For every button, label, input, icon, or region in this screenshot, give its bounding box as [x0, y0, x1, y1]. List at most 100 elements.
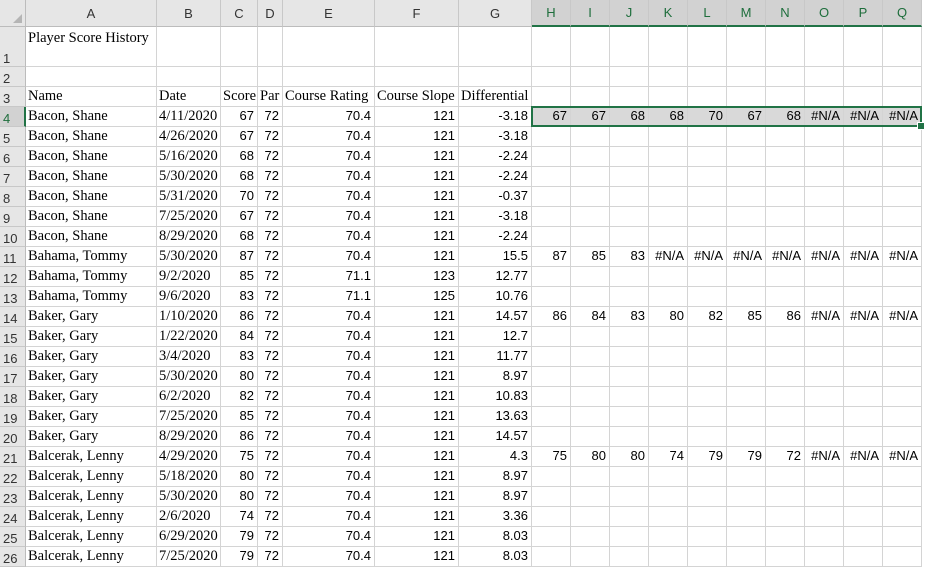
- cell-e2[interactable]: [283, 67, 375, 87]
- cell-b3[interactable]: Date: [157, 87, 221, 107]
- cell-l24[interactable]: [688, 507, 727, 527]
- cell-n11[interactable]: #N/A: [766, 247, 805, 267]
- cell-d14[interactable]: 72: [258, 307, 283, 327]
- cell-b4[interactable]: 4/11/2020: [157, 107, 221, 127]
- cell-h17[interactable]: [532, 367, 571, 387]
- cell-o13[interactable]: [805, 287, 844, 307]
- cell-p7[interactable]: [844, 167, 883, 187]
- cell-b9[interactable]: 7/25/2020: [157, 207, 221, 227]
- cell-m25[interactable]: [727, 527, 766, 547]
- cell-i19[interactable]: [571, 407, 610, 427]
- cell-f24[interactable]: 121: [375, 507, 459, 527]
- cell-c20[interactable]: 86: [221, 427, 258, 447]
- row-header-17[interactable]: 17: [0, 367, 26, 387]
- cell-d10[interactable]: 72: [258, 227, 283, 247]
- cell-g8[interactable]: -0.37: [459, 187, 532, 207]
- cell-g21[interactable]: 4.3: [459, 447, 532, 467]
- cell-f25[interactable]: 121: [375, 527, 459, 547]
- cell-g25[interactable]: 8.03: [459, 527, 532, 547]
- cell-h11[interactable]: 87: [532, 247, 571, 267]
- cell-d1[interactable]: [258, 27, 283, 67]
- cell-m18[interactable]: [727, 387, 766, 407]
- cell-b19[interactable]: 7/25/2020: [157, 407, 221, 427]
- cell-h5[interactable]: [532, 127, 571, 147]
- cell-j3[interactable]: [610, 87, 649, 107]
- cell-l9[interactable]: [688, 207, 727, 227]
- cell-m6[interactable]: [727, 147, 766, 167]
- cell-c6[interactable]: 68: [221, 147, 258, 167]
- cell-g7[interactable]: -2.24: [459, 167, 532, 187]
- cell-l8[interactable]: [688, 187, 727, 207]
- cell-d25[interactable]: 72: [258, 527, 283, 547]
- cell-f12[interactable]: 123: [375, 267, 459, 287]
- row-header-9[interactable]: 9: [0, 207, 26, 227]
- cell-j22[interactable]: [610, 467, 649, 487]
- cell-h9[interactable]: [532, 207, 571, 227]
- cell-c3[interactable]: Score: [221, 87, 258, 107]
- cell-a10[interactable]: Bacon, Shane: [26, 227, 157, 247]
- cell-p9[interactable]: [844, 207, 883, 227]
- cell-d23[interactable]: 72: [258, 487, 283, 507]
- cell-p13[interactable]: [844, 287, 883, 307]
- cell-a21[interactable]: Balcerak, Lenny: [26, 447, 157, 467]
- cell-i24[interactable]: [571, 507, 610, 527]
- cell-c17[interactable]: 80: [221, 367, 258, 387]
- cell-m9[interactable]: [727, 207, 766, 227]
- cell-m7[interactable]: [727, 167, 766, 187]
- cell-o4[interactable]: #N/A: [805, 107, 844, 127]
- cell-j24[interactable]: [610, 507, 649, 527]
- cell-f6[interactable]: 121: [375, 147, 459, 167]
- cell-i23[interactable]: [571, 487, 610, 507]
- cell-m16[interactable]: [727, 347, 766, 367]
- cell-m8[interactable]: [727, 187, 766, 207]
- row-header-25[interactable]: 25: [0, 527, 26, 547]
- cell-c26[interactable]: 79: [221, 547, 258, 567]
- row-header-21[interactable]: 21: [0, 447, 26, 467]
- cell-c12[interactable]: 85: [221, 267, 258, 287]
- cell-g14[interactable]: 14.57: [459, 307, 532, 327]
- column-header-d[interactable]: D: [258, 0, 283, 27]
- row-header-19[interactable]: 19: [0, 407, 26, 427]
- cell-b5[interactable]: 4/26/2020: [157, 127, 221, 147]
- cell-g17[interactable]: 8.97: [459, 367, 532, 387]
- cell-g9[interactable]: -3.18: [459, 207, 532, 227]
- cell-o24[interactable]: [805, 507, 844, 527]
- cell-a23[interactable]: Balcerak, Lenny: [26, 487, 157, 507]
- cell-d17[interactable]: 72: [258, 367, 283, 387]
- cell-c2[interactable]: [221, 67, 258, 87]
- cell-h7[interactable]: [532, 167, 571, 187]
- cell-g13[interactable]: 10.76: [459, 287, 532, 307]
- cell-k4[interactable]: 68: [649, 107, 688, 127]
- cell-b12[interactable]: 9/2/2020: [157, 267, 221, 287]
- cell-c9[interactable]: 67: [221, 207, 258, 227]
- cell-c24[interactable]: 74: [221, 507, 258, 527]
- cell-k9[interactable]: [649, 207, 688, 227]
- column-header-k[interactable]: K: [649, 0, 688, 27]
- row-header-15[interactable]: 15: [0, 327, 26, 347]
- cell-g18[interactable]: 10.83: [459, 387, 532, 407]
- cell-e23[interactable]: 70.4: [283, 487, 375, 507]
- cell-e11[interactable]: 70.4: [283, 247, 375, 267]
- cell-f10[interactable]: 121: [375, 227, 459, 247]
- cell-m5[interactable]: [727, 127, 766, 147]
- cell-f20[interactable]: 121: [375, 427, 459, 447]
- select-all-corner[interactable]: [0, 0, 26, 27]
- cell-l11[interactable]: #N/A: [688, 247, 727, 267]
- cell-p22[interactable]: [844, 467, 883, 487]
- cell-g15[interactable]: 12.7: [459, 327, 532, 347]
- cell-c7[interactable]: 68: [221, 167, 258, 187]
- cell-d5[interactable]: 72: [258, 127, 283, 147]
- cell-m17[interactable]: [727, 367, 766, 387]
- column-header-i[interactable]: I: [571, 0, 610, 27]
- cell-m11[interactable]: #N/A: [727, 247, 766, 267]
- row-header-14[interactable]: 14: [0, 307, 26, 327]
- cell-b21[interactable]: 4/29/2020: [157, 447, 221, 467]
- cell-a19[interactable]: Baker, Gary: [26, 407, 157, 427]
- cell-j23[interactable]: [610, 487, 649, 507]
- cell-d16[interactable]: 72: [258, 347, 283, 367]
- cell-e26[interactable]: 70.4: [283, 547, 375, 567]
- cell-i21[interactable]: 80: [571, 447, 610, 467]
- cell-p20[interactable]: [844, 427, 883, 447]
- cell-m22[interactable]: [727, 467, 766, 487]
- cell-q3[interactable]: [883, 87, 922, 107]
